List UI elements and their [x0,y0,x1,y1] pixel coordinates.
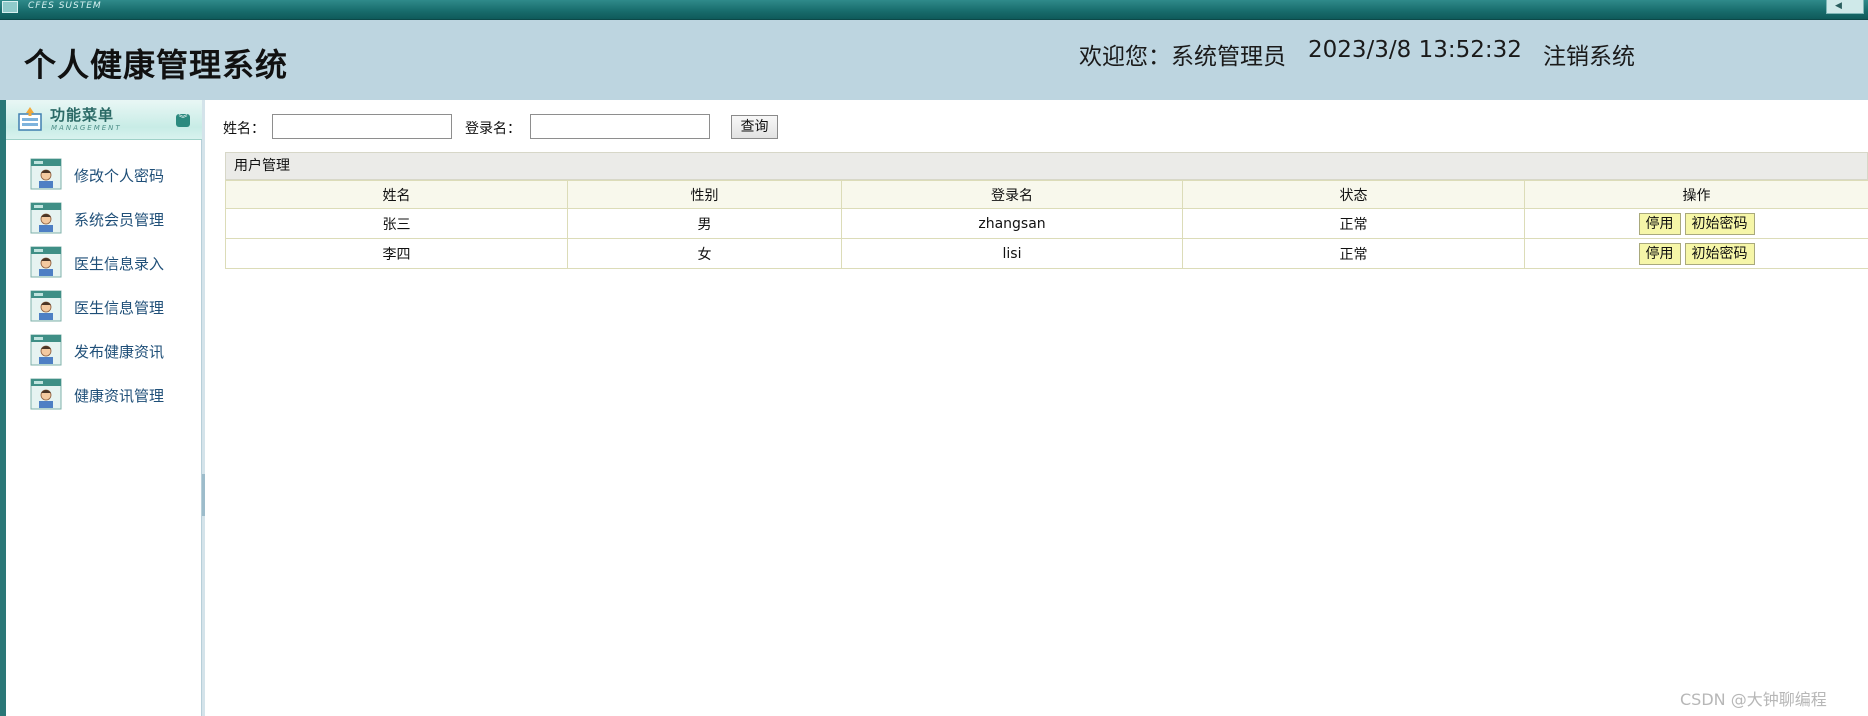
cell-gender: 女 [567,238,842,269]
user-card-icon [30,202,62,234]
system-bar-title: CFES SUSTEM [28,1,102,11]
cell-login: lisi [841,238,1183,269]
welcome-text: 欢迎您：系统管理员 [1079,44,1286,70]
reset-password-button[interactable]: 初始密码 [1684,242,1755,265]
cell-login: zhangsan [841,208,1183,239]
window-icon [2,1,18,13]
table-header-row: 姓名 性别 登录名 状态 操作 [225,180,1868,209]
cell-status: 正常 [1182,208,1525,239]
user-table: 姓名 性别 登录名 状态 操作 张三 男 zhangsan 正常 停用初始密码 [225,180,1868,269]
logout-link[interactable]: 注销系统 [1543,37,1635,71]
user-card-icon [30,158,62,190]
user-management-panel: 用户管理 姓名 性别 登录名 状态 操作 张三 男 zhangsan 正常 停用… [225,152,1868,269]
sidebar-item-publish-news[interactable]: 发布健康资讯 [6,332,202,376]
table-row: 张三 男 zhangsan 正常 停用 初始密码 [225,208,1868,239]
menu-subtitle: MANAGEMENT [51,124,122,132]
table-row: 李四 女 lisi 正常 停用 初始密码 [225,238,1868,269]
disable-button[interactable]: 停用 [1638,242,1681,265]
app-title: 个人健康管理系统 [24,46,289,84]
sidebar-item-label: 系统会员管理 [74,211,165,229]
sidebar-item-news-management[interactable]: 健康资讯管理 [6,376,202,420]
sidebar-item-label: 发布健康资讯 [74,343,165,361]
cell-actions: 停用 初始密码 [1524,208,1868,239]
sidebar-item-label: 医生信息录入 [74,255,165,273]
system-bar-collapse-button[interactable]: ◀ [1826,0,1864,14]
sidebar-item-label: 医生信息管理 [74,299,165,317]
menu-list: 修改个人密码 系统会员管理 医生信息录入 医生信息管理 发布健康资讯 健康资讯管… [6,156,202,420]
main-content: 姓名： 登录名： 查询 用户管理 姓名 性别 登录名 状态 操作 张三 男 zh… [205,100,1868,716]
cell-actions: 停用 初始密码 [1524,238,1868,269]
disable-button[interactable]: 停用 [1638,212,1681,235]
search-bar: 姓名： 登录名： 查询 [217,114,1417,140]
sidebar-item-label: 健康资讯管理 [74,387,165,405]
name-label: 姓名： [223,121,265,137]
sidebar-item-doctor-entry[interactable]: 医生信息录入 [6,244,202,288]
user-card-icon [30,334,62,366]
sidebar-item-label: 修改个人密码 [74,167,165,185]
chevron-down-icon[interactable]: ︾ [176,114,190,127]
column-header-status: 状态 [1182,180,1525,209]
sidebar-item-change-password[interactable]: 修改个人密码 [6,156,202,200]
user-card-icon [30,378,62,410]
sidebar: 功能菜单 MANAGEMENT ︾ 修改个人密码 系统会员管理 医生信息录入 医… [6,100,202,716]
column-header-actions: 操作 [1524,180,1868,209]
watermark: CSDN @大钟聊编程 [1680,690,1827,709]
sidebar-item-member-management[interactable]: 系统会员管理 [6,200,202,244]
login-name-label: 登录名： [465,121,521,137]
menu-header: 功能菜单 MANAGEMENT ︾ [6,100,202,140]
column-header-name: 姓名 [225,180,568,209]
header: 个人健康管理系统 欢迎您：系统管理员 2023/3/8 13:52:32 注销系… [0,20,1868,100]
menu-title: 功能菜单 [50,106,115,124]
column-header-gender: 性别 [567,180,842,209]
panel-title: 用户管理 [225,152,1868,180]
menu-folder-icon [18,107,42,131]
current-datetime: 2023/3/8 13:52:32 [1308,37,1522,63]
cell-name: 李四 [225,238,568,269]
reset-password-button[interactable]: 初始密码 [1684,212,1755,235]
login-name-input[interactable] [530,114,710,139]
column-header-login: 登录名 [841,180,1183,209]
cell-gender: 男 [567,208,842,239]
sidebar-item-doctor-management[interactable]: 医生信息管理 [6,288,202,332]
user-card-icon [30,290,62,322]
system-bar: CFES SUSTEM ◀ [0,0,1868,20]
cell-name: 张三 [225,208,568,239]
query-button[interactable]: 查询 [731,115,778,139]
user-card-icon [30,246,62,278]
name-input[interactable] [272,114,452,139]
cell-status: 正常 [1182,238,1525,269]
